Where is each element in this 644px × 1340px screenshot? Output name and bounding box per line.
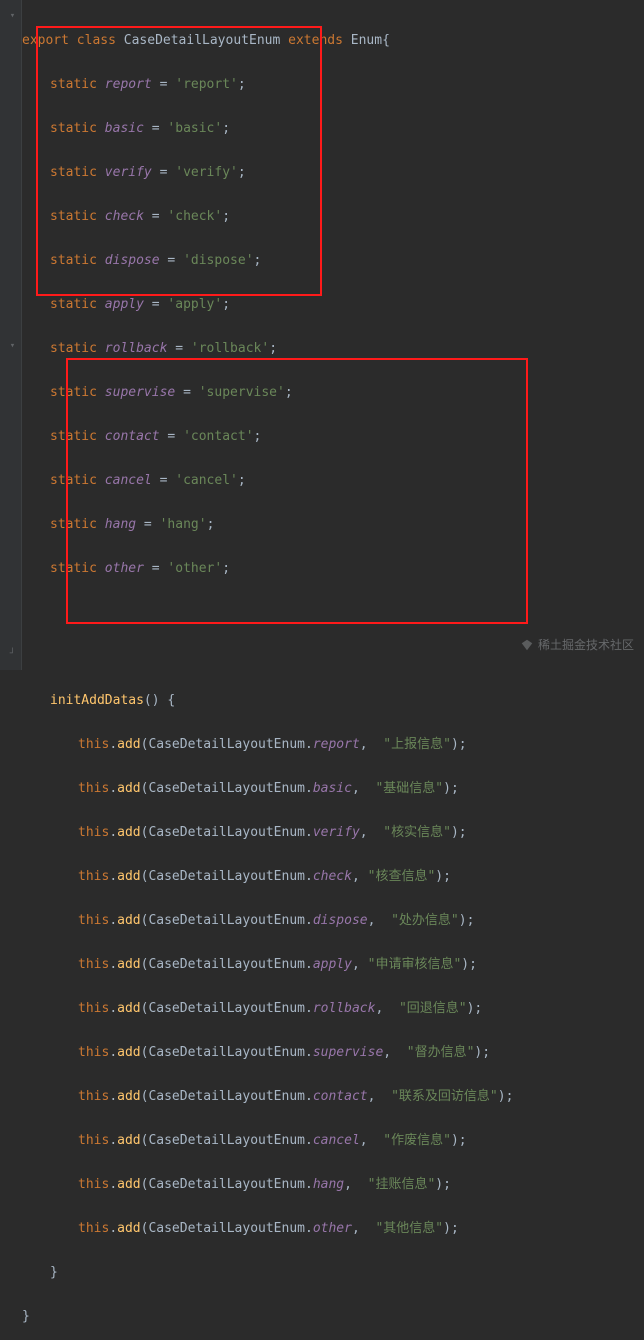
code-line: this.add(CaseDetailLayoutEnum.supervise,… <box>22 1042 513 1064</box>
gutter: ▾ ▾ ┘ <box>0 0 22 670</box>
code-line: } <box>22 1306 513 1328</box>
watermark-text: 稀土掘金技术社区 <box>538 634 634 656</box>
blank-line <box>22 646 513 668</box>
code-line: static cancel = 'cancel'; <box>22 470 513 492</box>
code-line: static rollback = 'rollback'; <box>22 338 513 360</box>
code-line: this.add(CaseDetailLayoutEnum.basic, "基础… <box>22 778 513 800</box>
code-line: this.add(CaseDetailLayoutEnum.verify, "核… <box>22 822 513 844</box>
code-line: static other = 'other'; <box>22 558 513 580</box>
code-line: } <box>22 1262 513 1284</box>
code-line: this.add(CaseDetailLayoutEnum.report, "上… <box>22 734 513 756</box>
code-line: this.add(CaseDetailLayoutEnum.apply, "申请… <box>22 954 513 976</box>
code-line: this.add(CaseDetailLayoutEnum.rollback, … <box>22 998 513 1020</box>
code-line: this.add(CaseDetailLayoutEnum.contact, "… <box>22 1086 513 1108</box>
code-area[interactable]: export class CaseDetailLayoutEnum extend… <box>22 8 513 1340</box>
code-line: static basic = 'basic'; <box>22 118 513 140</box>
code-line: this.add(CaseDetailLayoutEnum.hang, "挂账信… <box>22 1174 513 1196</box>
code-line: static apply = 'apply'; <box>22 294 513 316</box>
code-line: static contact = 'contact'; <box>22 426 513 448</box>
watermark: 稀土掘金技术社区 <box>520 634 634 656</box>
code-line: this.add(CaseDetailLayoutEnum.check, "核查… <box>22 866 513 888</box>
blank-line <box>22 602 513 624</box>
code-line: static verify = 'verify'; <box>22 162 513 184</box>
code-line: this.add(CaseDetailLayoutEnum.other, "其他… <box>22 1218 513 1240</box>
fold-end-icon: ┘ <box>8 650 17 659</box>
code-line: static check = 'check'; <box>22 206 513 228</box>
code-line: static dispose = 'dispose'; <box>22 250 513 272</box>
fold-icon[interactable]: ▾ <box>8 12 17 21</box>
code-line: static hang = 'hang'; <box>22 514 513 536</box>
code-line: export class CaseDetailLayoutEnum extend… <box>22 30 513 52</box>
code-line: static supervise = 'supervise'; <box>22 382 513 404</box>
code-line: this.add(CaseDetailLayoutEnum.cancel, "作… <box>22 1130 513 1152</box>
fold-icon[interactable]: ▾ <box>8 342 17 351</box>
code-line: this.add(CaseDetailLayoutEnum.dispose, "… <box>22 910 513 932</box>
juejin-icon <box>520 638 534 652</box>
code-line: static report = 'report'; <box>22 74 513 96</box>
code-line: initAddDatas() { <box>22 690 513 712</box>
